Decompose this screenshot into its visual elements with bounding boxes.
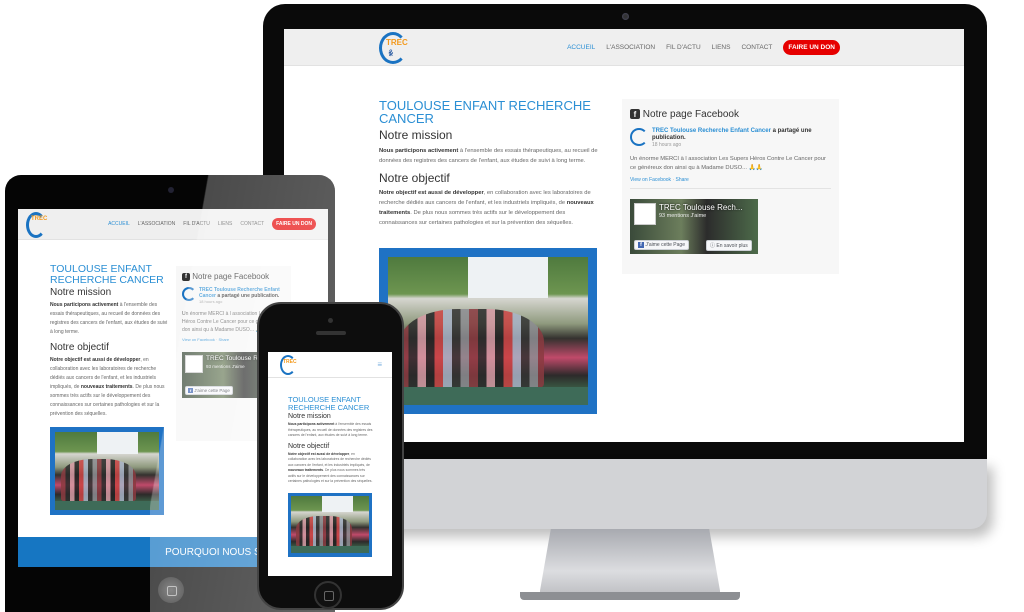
phone-site-header: TREC ≡	[268, 352, 392, 378]
tablet-facebook-like-icon: f	[188, 388, 193, 393]
tablet-cover-likes: 93 mentions J'aime	[206, 364, 245, 369]
phone-screen: TREC ≡ TOULOUSE ENFANT RECHERCHE CANCER …	[268, 352, 392, 576]
donate-button[interactable]: FAIRE UN DON	[783, 39, 840, 55]
children-icon: ꆜ	[388, 51, 394, 58]
phone-camera-icon	[328, 318, 333, 323]
separator: ·	[672, 177, 675, 183]
tablet-page-title: TOULOUSE ENFANT RECHERCHE CANCER	[50, 263, 164, 286]
phone-mission-heading: Notre mission	[288, 413, 331, 420]
tablet-nav-accueil[interactable]: ACCUEIL	[108, 221, 130, 227]
tablet-nav-fil-actu[interactable]: FIL D'ACTU	[183, 221, 210, 227]
phone-mission-bold: Nous participons activement	[288, 422, 335, 426]
site-logo[interactable]: TREC ꆜ	[379, 30, 409, 64]
phone-home-button[interactable]	[314, 581, 342, 609]
mission-paragraph: Nous participons activement à l'ensemble…	[379, 146, 599, 166]
tablet-objective-heading: Notre objectif	[50, 342, 109, 353]
phone-site-logo[interactable]: TREC	[280, 354, 298, 376]
tablet-donate-button[interactable]: FAIRE UN DON	[272, 218, 316, 230]
desktop-monitor-stand	[540, 529, 720, 599]
tablet-main-nav: ACCUEIL L'ASSOCIATION FIL D'ACTU LIENS C…	[108, 218, 316, 230]
mission-heading: Notre mission	[379, 128, 453, 142]
tablet-facebook-post: TREC Toulouse Recherche Enfant Cancer a …	[182, 287, 285, 305]
tablet-mission-bold: Nous participons activement	[50, 302, 119, 308]
phone-objective-paragraph: Notre objectif est aussi de développer, …	[288, 452, 373, 485]
facebook-like-icon: f	[638, 242, 644, 248]
tablet-objective-bold-treatments: nouveaux traitements	[80, 384, 133, 390]
facebook-page-link[interactable]: TREC Toulouse Recherche Enfant Cancer	[652, 128, 771, 134]
tablet-camera-icon	[168, 187, 174, 193]
page-title: TOULOUSE ENFANT RECHERCHE CANCER	[379, 98, 591, 126]
tablet-mission-paragraph: Nous participons activement à l'ensemble…	[50, 301, 168, 337]
tablet-like-page-label: J'aime cette Page	[194, 388, 230, 393]
cover-likes: 93 mentions J'aime	[659, 213, 707, 219]
team-photo	[379, 248, 597, 414]
tablet-nav-liens[interactable]: LIENS	[218, 221, 232, 227]
desktop-monitor-base	[520, 592, 740, 600]
learn-more-label: En savoir plus	[716, 243, 748, 249]
phone-speaker	[316, 331, 346, 335]
facebook-widget: f Notre page Facebook TREC Toulouse Rech…	[622, 99, 839, 274]
facebook-page-plugin[interactable]: TREC Toulouse Rech... 93 mentions J'aime…	[630, 199, 758, 254]
logo-text: TREC	[386, 38, 408, 47]
tablet-site-logo[interactable]: TREC	[26, 210, 48, 238]
main-column: TOULOUSE ENFANT RECHERCHE CANCER Notre m…	[379, 99, 599, 414]
facebook-post: TREC Toulouse Recherche Enfant Cancer a …	[630, 128, 831, 149]
phone-team-photo	[288, 492, 372, 557]
post-actions: View on Facebook · Share	[630, 177, 831, 183]
page-avatar[interactable]	[630, 128, 648, 146]
post-text: Un énorme MERCI à l association Les Supe…	[630, 156, 826, 171]
phone-objective-bold: Notre objectif est aussi de développer	[288, 451, 350, 456]
phone-objective-bold-treatments: nouveaux traitements	[288, 468, 324, 472]
facebook-heading-text: Notre page Facebook	[642, 109, 739, 120]
tablet-page-profile-picture	[185, 355, 203, 373]
tablet-logo-text: TREC	[31, 216, 48, 222]
phone-mission-paragraph: Nous participons activement à l'ensemble…	[288, 422, 373, 439]
objective-paragraph: Notre objectif est aussi de développer, …	[379, 188, 599, 228]
like-page-button[interactable]: f J'aime cette Page	[634, 240, 689, 250]
tablet-like-page-button[interactable]: f J'aime cette Page	[185, 386, 233, 395]
site-header: TREC ꆜ ACCUEIL L'ASSOCIATION FIL D'ACTU …	[284, 29, 964, 66]
tablet-mission-heading: Notre mission	[50, 287, 112, 298]
nav-accueil[interactable]: ACCUEIL	[567, 44, 595, 51]
view-on-facebook-link[interactable]: View on Facebook	[630, 177, 671, 183]
page-profile-picture	[634, 203, 656, 225]
share-link[interactable]: Share	[676, 177, 689, 183]
nav-association[interactable]: L'ASSOCIATION	[606, 44, 655, 51]
tablet-page-avatar[interactable]	[182, 287, 196, 301]
objective-bold: Notre objectif est aussi de développer	[379, 190, 484, 196]
tablet-share-link[interactable]: Share	[218, 337, 229, 342]
objective-heading: Notre objectif	[379, 171, 450, 185]
nav-liens[interactable]: LIENS	[712, 44, 731, 51]
facebook-heading: f Notre page Facebook	[630, 109, 831, 120]
phone-logo-text: TREC	[283, 358, 297, 365]
tablet-shared-text: a partagé une publication.	[215, 293, 280, 299]
tablet-facebook-icon: f	[182, 272, 190, 281]
learn-more-button[interactable]: ⓘ En savoir plus	[706, 240, 752, 251]
tablet-facebook-heading-text: Notre page Facebook	[192, 272, 270, 281]
divider	[630, 188, 831, 189]
hamburger-menu-icon[interactable]: ≡	[377, 360, 382, 369]
nav-fil-actu[interactable]: FIL D'ACTU	[666, 44, 701, 51]
phone-objective-heading: Notre objectif	[288, 442, 330, 450]
post-time[interactable]: 18 hours ago	[652, 142, 831, 149]
webcam-icon	[622, 13, 629, 20]
tablet-objective-bold: Notre objectif est aussi de développer	[50, 357, 141, 363]
tablet-nav-contact[interactable]: CONTACT	[240, 221, 264, 227]
tablet-objective-paragraph: Notre objectif est aussi de développer, …	[50, 356, 168, 419]
phone-main-column: TOULOUSE ENFANT RECHERCHE CANCER Notre m…	[288, 396, 373, 557]
facebook-icon: f	[630, 109, 640, 120]
tablet-home-button[interactable]	[158, 577, 184, 603]
main-nav: ACCUEIL L'ASSOCIATION FIL D'ACTU LIENS C…	[567, 39, 840, 55]
tablet-site-header: TREC ACCUEIL L'ASSOCIATION FIL D'ACTU LI…	[18, 209, 328, 240]
mission-bold: Nous participons activement	[379, 148, 459, 154]
like-page-label: J'aime cette Page	[645, 242, 685, 248]
tablet-view-on-facebook-link[interactable]: View on Facebook	[182, 337, 215, 342]
tablet-team-photo	[50, 427, 164, 515]
tablet-nav-association[interactable]: L'ASSOCIATION	[138, 221, 176, 227]
phone-page-title: TOULOUSE ENFANT RECHERCHE CANCER	[288, 395, 370, 412]
cover-page-name[interactable]: TREC Toulouse Rech...	[659, 203, 742, 212]
nav-contact[interactable]: CONTACT	[741, 44, 772, 51]
tablet-facebook-heading: f Notre page Facebook	[182, 272, 285, 281]
tablet-main-column: TOULOUSE ENFANT RECHERCHE CANCER Notre m…	[50, 264, 168, 515]
